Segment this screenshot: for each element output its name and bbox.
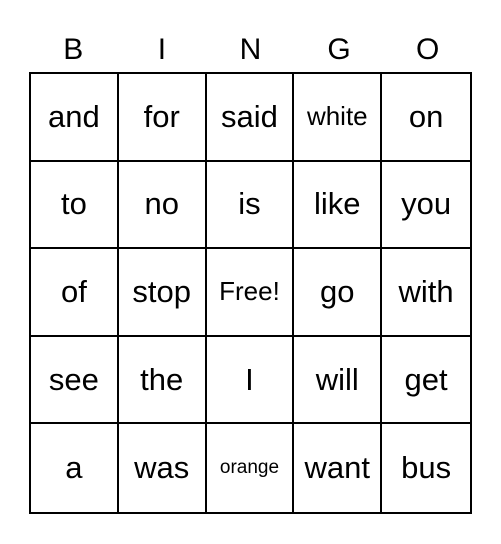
header-letter-o: O: [416, 33, 440, 66]
bingo-cell[interactable]: bus: [382, 424, 470, 512]
bingo-cell[interactable]: for: [118, 74, 207, 162]
bingo-cell[interactable]: said: [206, 74, 295, 162]
bingo-cell[interactable]: want: [294, 424, 383, 512]
bingo-cell[interactable]: see: [31, 336, 119, 425]
bingo-cell[interactable]: get: [382, 337, 470, 425]
bingo-header: B I N G O: [29, 30, 472, 70]
bingo-cell[interactable]: and: [31, 74, 119, 162]
bingo-cell[interactable]: was: [119, 424, 207, 512]
bingo-cell[interactable]: a: [31, 424, 119, 512]
bingo-cell[interactable]: stop: [118, 249, 207, 337]
bingo-cell[interactable]: you: [382, 162, 470, 250]
bingo-cell[interactable]: the: [118, 336, 207, 425]
bingo-cell[interactable]: with: [382, 249, 470, 337]
bingo-cell[interactable]: white: [294, 74, 383, 162]
bingo-cell[interactable]: like: [294, 161, 383, 250]
bingo-cell[interactable]: orange: [207, 424, 295, 512]
header-letter-b: B: [63, 33, 84, 66]
bingo-cell[interactable]: go: [294, 249, 383, 337]
header-letter-n: N: [239, 33, 262, 66]
bingo-cell[interactable]: is: [206, 161, 295, 250]
bingo-cell[interactable]: will: [294, 336, 383, 425]
bingo-cell[interactable]: of: [31, 249, 119, 337]
bingo-cell[interactable]: I: [206, 336, 295, 425]
bingo-card: and for said white on to no is like you …: [29, 72, 472, 514]
bingo-cell[interactable]: to: [31, 161, 119, 250]
bingo-cell[interactable]: on: [382, 74, 470, 162]
bingo-cell[interactable]: no: [118, 161, 207, 250]
header-letter-i: I: [157, 33, 167, 66]
free-space-cell[interactable]: Free!: [206, 249, 295, 337]
header-letter-g: G: [327, 33, 351, 66]
